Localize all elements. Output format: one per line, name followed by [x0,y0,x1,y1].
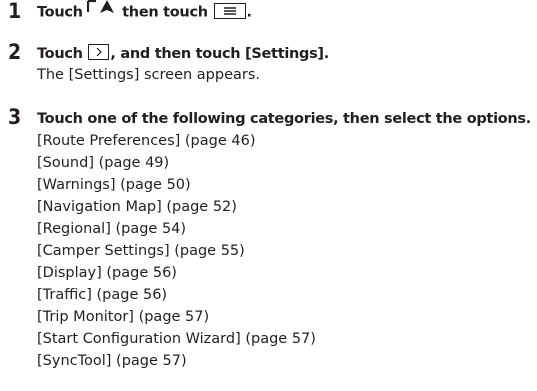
list-item: [Camper Settings] (page 55) [37,243,245,259]
step-number: 3 [8,105,22,129]
list-item: [SyncTool] (page 57) [37,353,187,369]
map-screen-icon [87,0,117,22]
list-item: [Regional] (page 54) [37,221,187,237]
step-instruction: Touch then touch . [37,0,253,24]
step-number: 2 [8,40,22,64]
instruction-text: Touch [37,46,88,62]
list-item: [Navigation Map] (page 52) [37,199,237,215]
list-item: [Warnings] (page 50) [37,177,191,193]
list-item: [Traffic] (page 56) [37,287,168,303]
list-item: [Trip Monitor] (page 57) [37,309,210,325]
step-instruction: Touch , and then touch [Settings]. [37,43,329,65]
list-item: [Sound] (page 49) [37,155,170,171]
step-result: The [Settings] screen appears. [37,67,261,83]
next-arrow-icon [88,44,110,60]
step-number: 1 [8,0,22,23]
instruction-text: Touch [37,4,88,21]
list-item: [Display] (page 56) [37,265,177,281]
instruction-text: . [246,4,253,21]
step-instruction: Touch one of the following categories, t… [37,111,531,127]
instruction-text: then touch [117,4,213,21]
list-item: [Route Preferences] (page 46) [37,133,256,149]
menu-icon [213,2,246,19]
list-item: [Start Configuration Wizard] (page 57) [37,331,316,347]
instruction-text: , and then touch [Settings]. [110,46,329,62]
